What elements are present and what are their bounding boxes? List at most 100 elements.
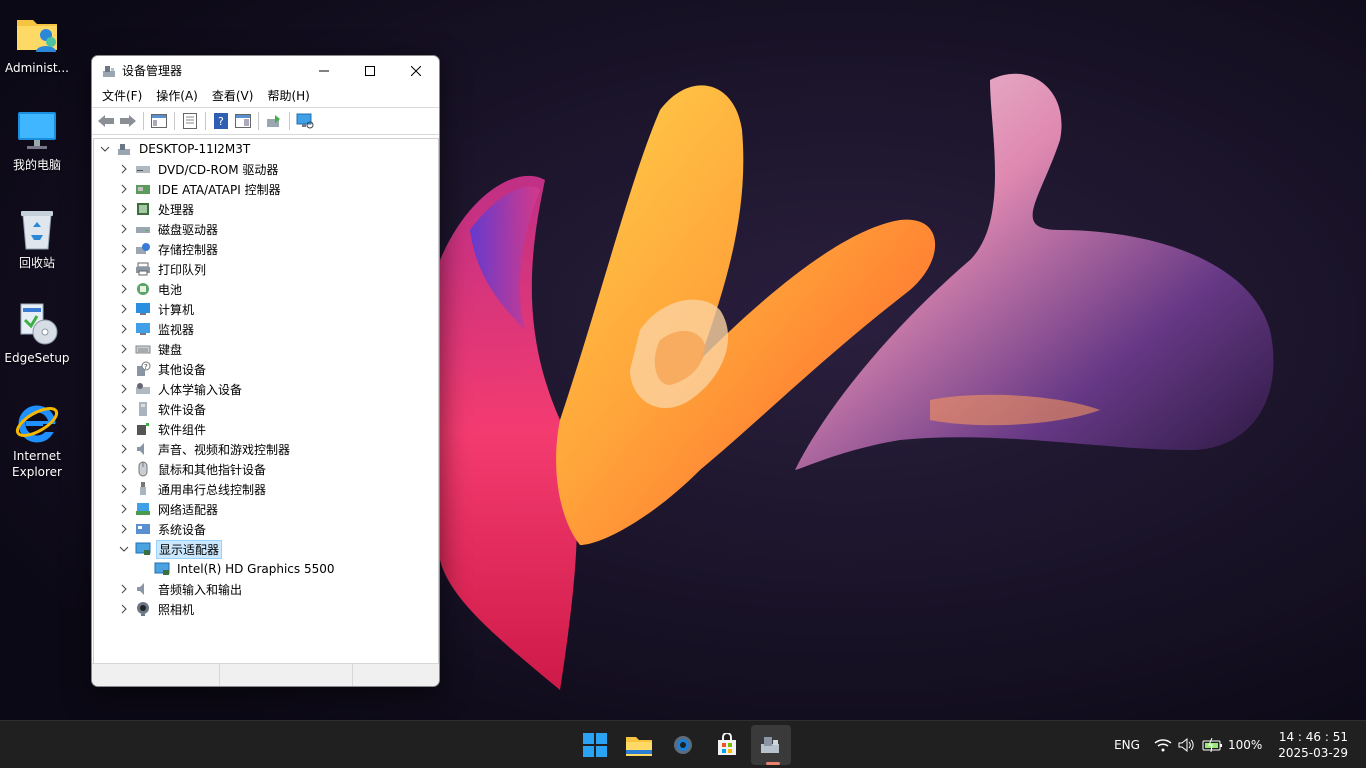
update-driver-button[interactable] (263, 110, 285, 132)
settings-button[interactable] (663, 725, 703, 765)
tree-root[interactable]: DESKTOP-11I2M3T (94, 139, 438, 159)
device-category-label: 网络适配器 (158, 502, 219, 517)
desktop-icon-edgesetup[interactable]: EdgeSetup (2, 300, 72, 366)
volume-icon[interactable] (1178, 738, 1196, 752)
chevron-right-icon[interactable] (117, 379, 131, 399)
menu-action[interactable]: 操作(A) (149, 85, 205, 107)
device-category-row[interactable]: ? 其他设备 (94, 359, 438, 379)
chevron-right-icon[interactable] (117, 359, 131, 379)
chevron-right-icon[interactable] (117, 159, 131, 179)
device-category-row[interactable]: 声音、视频和游戏控制器 (94, 439, 438, 459)
unknown-device-icon: ? (137, 361, 151, 376)
chevron-right-icon[interactable] (117, 479, 131, 499)
chevron-right-icon[interactable] (117, 219, 131, 239)
show-hide-console-tree-button[interactable] (148, 110, 170, 132)
properties-button[interactable] (179, 110, 201, 132)
device-category-row[interactable]: 计算机 (94, 299, 438, 319)
toolbar-separator (174, 112, 175, 130)
device-category-label: 显示适配器 (156, 539, 223, 559)
device-category-row[interactable]: 软件组件 (94, 419, 438, 439)
status-pane (220, 664, 353, 686)
chevron-right-icon[interactable] (117, 459, 131, 479)
internet-explorer-icon (15, 405, 59, 443)
menu-file[interactable]: 文件(F) (95, 85, 149, 107)
chevron-right-icon[interactable] (117, 239, 131, 259)
device-item-row[interactable]: Intel(R) HD Graphics 5500 (94, 559, 438, 579)
device-category-row[interactable]: 电池 (94, 279, 438, 299)
device-category-row[interactable]: 磁盘驱动器 (94, 219, 438, 239)
status-pane (353, 664, 439, 686)
menu-help[interactable]: 帮助(H) (260, 85, 316, 107)
desktop-icon-recycle-bin[interactable]: 回收站 (2, 205, 72, 271)
chevron-right-icon[interactable] (117, 259, 131, 279)
device-category-row[interactable]: DVD/CD-ROM 驱动器 (94, 159, 438, 179)
menu-view[interactable]: 查看(V) (205, 85, 261, 107)
user-folder-icon (17, 20, 57, 52)
battery-charging-icon[interactable] (1202, 738, 1224, 752)
device-category-row[interactable]: 网络适配器 (94, 499, 438, 519)
title-bar[interactable]: 设备管理器 (92, 56, 439, 85)
device-category-row[interactable]: IDE ATA/ATAPI 控制器 (94, 179, 438, 199)
chevron-right-icon[interactable] (117, 319, 131, 339)
chevron-right-icon[interactable] (117, 519, 131, 539)
chevron-right-icon[interactable] (117, 499, 131, 519)
chevron-right-icon[interactable] (117, 339, 131, 359)
device-category-row[interactable]: 通用串行总线控制器 (94, 479, 438, 499)
device-category-row[interactable]: 照相机 (94, 599, 438, 619)
chevron-down-icon[interactable] (117, 539, 131, 559)
chevron-right-icon[interactable] (117, 599, 131, 619)
active-app-indicator (766, 762, 780, 765)
chevron-right-icon[interactable] (117, 399, 131, 419)
chevron-right-icon[interactable] (117, 299, 131, 319)
desktop-icon-label: 我的电脑 (12, 158, 61, 172)
chevron-down-icon[interactable] (98, 139, 112, 159)
maximize-button[interactable] (347, 56, 393, 85)
close-button[interactable] (393, 56, 439, 85)
input-language[interactable]: ENG (1114, 738, 1140, 752)
device-category-label: 人体学输入设备 (158, 382, 243, 397)
microsoft-store-button[interactable] (707, 725, 747, 765)
clock[interactable]: 14 : 46 : 51 2025-03-29 (1262, 729, 1366, 761)
chevron-right-icon[interactable] (117, 199, 131, 219)
arrow-right-icon (120, 115, 136, 127)
device-category-row[interactable]: 监视器 (94, 319, 438, 339)
action-pane-button[interactable] (232, 110, 254, 132)
device-category-label: 处理器 (158, 202, 195, 217)
desktop-icon-this-pc[interactable]: 我的电脑 (2, 107, 72, 173)
device-tree[interactable]: DESKTOP-11I2M3T DVD/CD-ROM 驱动器 IDE ATA/AT… (93, 138, 439, 664)
wifi-icon[interactable] (1154, 738, 1172, 752)
device-category-row[interactable]: 存储控制器 (94, 239, 438, 259)
system-device-icon (136, 524, 150, 534)
device-category-row[interactable]: 鼠标和其他指针设备 (94, 459, 438, 479)
minimize-button[interactable] (301, 56, 347, 85)
scan-hardware-button[interactable] (294, 110, 316, 132)
device-manager-taskbar-button[interactable] (751, 725, 791, 765)
device-category-row[interactable]: 系统设备 (94, 519, 438, 539)
device-category-row[interactable]: 音频输入和输出 (94, 579, 438, 599)
computer-icon (18, 112, 56, 149)
chevron-right-icon[interactable] (117, 279, 131, 299)
audio-io-icon (137, 583, 144, 595)
desktop-icon-administrator[interactable]: Administ... (2, 10, 72, 76)
device-category-row[interactable]: 处理器 (94, 199, 438, 219)
start-button[interactable] (575, 725, 615, 765)
desktop-icon-internet-explorer[interactable]: Internet Explorer (2, 398, 72, 480)
file-explorer-button[interactable] (619, 725, 659, 765)
back-button[interactable] (95, 110, 117, 132)
device-category-row[interactable]: 人体学输入设备 (94, 379, 438, 399)
device-manager-icon (103, 65, 115, 77)
device-item-label: Intel(R) HD Graphics 5500 (177, 562, 335, 576)
device-category-row[interactable]: 打印队列 (94, 259, 438, 279)
device-category-row[interactable]: 键盘 (94, 339, 438, 359)
device-category-label: 监视器 (158, 322, 195, 337)
chevron-right-icon[interactable] (117, 579, 131, 599)
device-category-row[interactable]: 显示适配器 (94, 539, 438, 559)
device-category-row[interactable]: 软件设备 (94, 399, 438, 419)
hid-icon (136, 383, 150, 394)
chevron-right-icon[interactable] (117, 419, 131, 439)
help-button[interactable]: ? (210, 110, 232, 132)
forward-button[interactable] (117, 110, 139, 132)
chevron-right-icon[interactable] (117, 439, 131, 459)
chevron-right-icon[interactable] (117, 179, 131, 199)
usb-icon (140, 482, 146, 495)
